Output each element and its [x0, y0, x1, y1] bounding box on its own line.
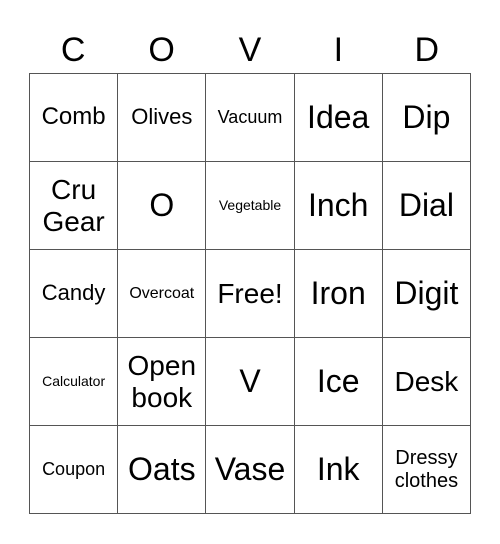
bingo-cell[interactable]: Idea [294, 74, 383, 162]
bingo-cell[interactable]: Free! [206, 250, 295, 338]
header-letter: D [414, 31, 440, 69]
bingo-cell-text: Vacuum [217, 107, 283, 128]
bingo-cell[interactable]: Cru Gear [30, 162, 119, 250]
bingo-cell[interactable]: Vase [206, 426, 295, 514]
bingo-cell[interactable]: Comb [30, 74, 119, 162]
bingo-cell[interactable]: Coupon [30, 426, 119, 514]
bingo-cell-text: Ink [316, 450, 360, 487]
bingo-cell-text: Olives [131, 104, 193, 130]
bingo-cell-text: Free! [217, 277, 283, 309]
bingo-cell[interactable]: Desk [382, 338, 471, 426]
bingo-cell[interactable]: Iron [294, 250, 383, 338]
bingo-cell-text: Overcoat [129, 284, 195, 302]
bingo-cell[interactable]: Vegetable [206, 162, 295, 250]
bingo-cell-text: Coupon [42, 459, 106, 480]
header-letter: V [238, 31, 262, 69]
bingo-cell-text: Oats [128, 450, 196, 487]
bingo-cell-text: Comb [41, 103, 106, 131]
bingo-cell[interactable]: Digit [382, 250, 471, 338]
bingo-cell[interactable]: O [118, 162, 207, 250]
bingo-cell[interactable]: Calculator [30, 338, 119, 426]
bingo-cell-text: Iron [310, 274, 366, 311]
bingo-cell-text: Desk [394, 365, 459, 397]
bingo-cell[interactable]: Olives [118, 74, 207, 162]
bingo-cell-text: Dressy clothes [394, 447, 459, 492]
bingo-cell[interactable]: Open book [118, 338, 207, 426]
bingo-cell-text: Open book [127, 350, 197, 413]
bingo-header: C O V I D [29, 28, 471, 72]
bingo-cell[interactable]: Oats [118, 426, 207, 514]
bingo-cell-text: O [149, 186, 175, 223]
bingo-cell[interactable]: Ice [294, 338, 383, 426]
bingo-cell-text: Ice [316, 362, 360, 399]
bingo-cell[interactable]: Candy [30, 250, 119, 338]
bingo-cell[interactable]: Dressy clothes [382, 426, 471, 514]
bingo-cell[interactable]: Dial [382, 162, 471, 250]
header-letter: I [333, 31, 344, 69]
bingo-cell[interactable]: Dip [382, 74, 471, 162]
bingo-cell[interactable]: Inch [294, 162, 383, 250]
bingo-card-grid: Comb Olives Vacuum Idea Dip Cru Gear O Vegetabl… [29, 73, 471, 514]
bingo-cell-text: Dip [402, 98, 451, 135]
bingo-cell-text: V [239, 362, 261, 399]
bingo-cell-text: Vegetable [218, 196, 282, 213]
bingo-cell-text: Calculator [42, 372, 106, 389]
bingo-cell[interactable]: Ink [294, 426, 383, 514]
bingo-cell[interactable]: Vacuum [206, 74, 295, 162]
bingo-cell-text: Candy [41, 280, 106, 306]
bingo-cell[interactable]: Overcoat [118, 250, 207, 338]
bingo-cell-text: Dial [398, 186, 454, 223]
bingo-cell[interactable]: V [206, 338, 295, 426]
bingo-cell-text: Digit [394, 274, 459, 311]
header-letter: C [60, 31, 86, 69]
bingo-cell-text: Inch [307, 186, 369, 223]
bingo-cell-text: Idea [307, 98, 370, 135]
bingo-cell-text: Vase [214, 450, 286, 487]
bingo-cell-text: Cru Gear [42, 174, 105, 237]
header-letter: O [148, 31, 175, 69]
